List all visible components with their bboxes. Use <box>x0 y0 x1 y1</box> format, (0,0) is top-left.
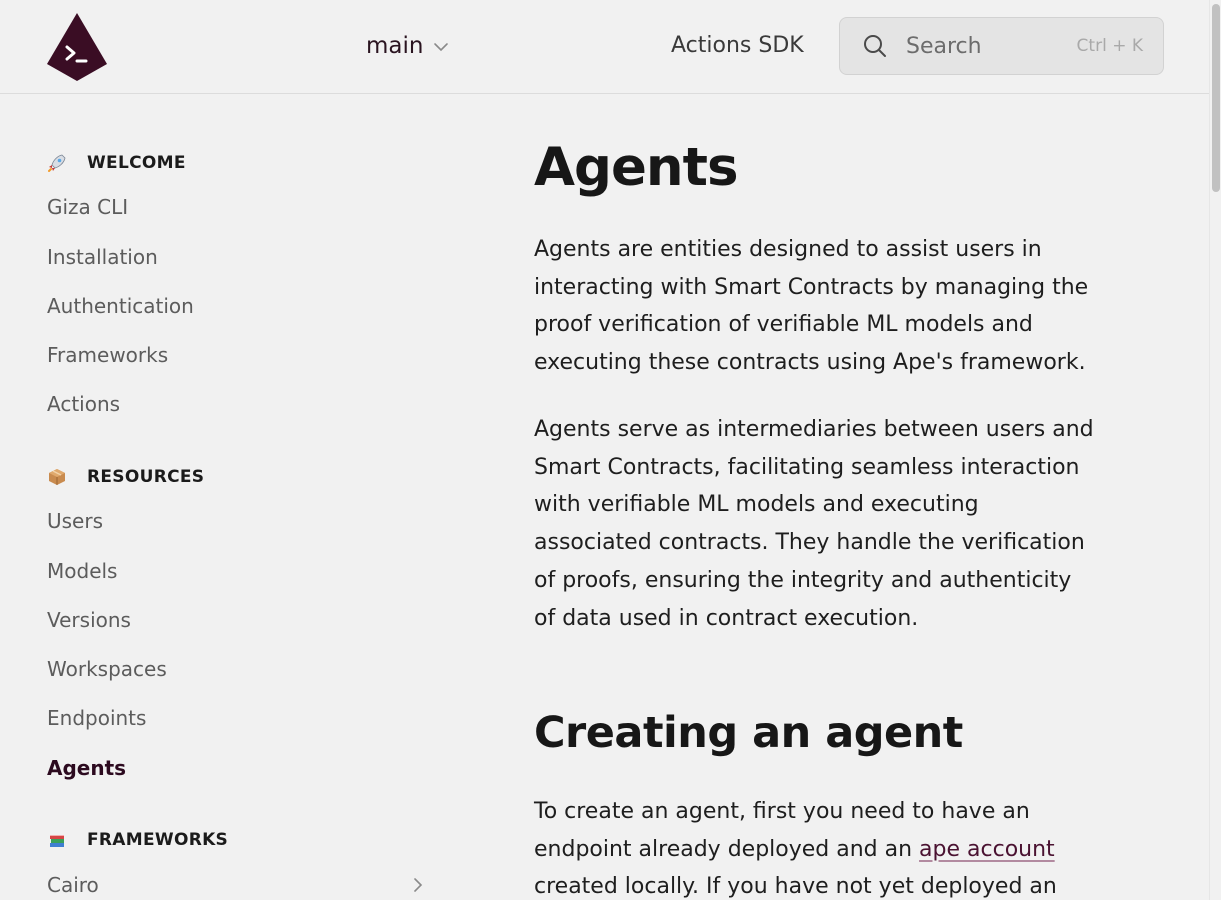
branch-selector[interactable]: main <box>366 30 449 62</box>
sidebar-item-cairo[interactable]: Cairo <box>47 870 99 900</box>
sidebar: WELCOME Giza CLI Installation Authentica… <box>0 95 470 900</box>
page-title: Agents <box>534 137 739 198</box>
section-heading: Creating an agent <box>534 708 963 758</box>
giza-logo-icon[interactable] <box>46 12 108 82</box>
sidebar-section-frameworks: FRAMEWORKS <box>47 828 228 852</box>
branch-label: main <box>366 33 424 59</box>
search-placeholder: Search <box>906 33 982 59</box>
search-icon <box>864 35 886 57</box>
books-icon <box>47 830 67 850</box>
top-header: main Actions SDK Search Ctrl + K <box>0 0 1209 94</box>
sidebar-item-authentication[interactable]: Authentication <box>47 291 194 321</box>
package-icon <box>47 467 67 487</box>
nav-link-actions-sdk[interactable]: Actions SDK <box>671 30 804 62</box>
sidebar-item-users[interactable]: Users <box>47 506 103 536</box>
sidebar-section-title: RESOURCES <box>87 467 205 487</box>
sidebar-item-endpoints[interactable]: Endpoints <box>47 703 146 733</box>
sidebar-item-frameworks[interactable]: Frameworks <box>47 340 168 370</box>
sidebar-item-models[interactable]: Models <box>47 556 117 586</box>
sidebar-section-welcome: WELCOME <box>47 151 186 175</box>
search-shortcut: Ctrl + K <box>1076 36 1143 56</box>
paragraph-text: created locally. If you have not yet dep… <box>534 874 1057 900</box>
sidebar-item-actions[interactable]: Actions <box>47 389 120 419</box>
sidebar-item-workspaces[interactable]: Workspaces <box>47 654 167 684</box>
sidebar-section-title: WELCOME <box>87 153 186 173</box>
sidebar-section-resources: RESOURCES <box>47 465 204 489</box>
creating-agent-paragraph: To create an agent, first you need to ha… <box>534 793 1099 900</box>
chevron-down-icon <box>434 43 449 52</box>
rocket-icon <box>47 153 67 173</box>
sidebar-item-installation[interactable]: Installation <box>47 242 158 272</box>
ape-account-link[interactable]: ape account <box>919 837 1055 862</box>
search-input[interactable]: Search Ctrl + K <box>839 17 1164 75</box>
sidebar-item-giza-cli[interactable]: Giza CLI <box>47 192 128 222</box>
scrollbar-thumb[interactable] <box>1212 4 1220 192</box>
intro-paragraph: Agents are entities designed to assist u… <box>534 237 1089 376</box>
description-paragraph: Agents serve as intermediaries between u… <box>534 417 1094 631</box>
scrollbar[interactable] <box>1209 0 1221 900</box>
sidebar-item-versions[interactable]: Versions <box>47 605 131 635</box>
sidebar-item-agents[interactable]: Agents <box>47 753 126 783</box>
chevron-right-icon[interactable] <box>410 877 426 893</box>
sidebar-section-title: FRAMEWORKS <box>87 830 229 850</box>
